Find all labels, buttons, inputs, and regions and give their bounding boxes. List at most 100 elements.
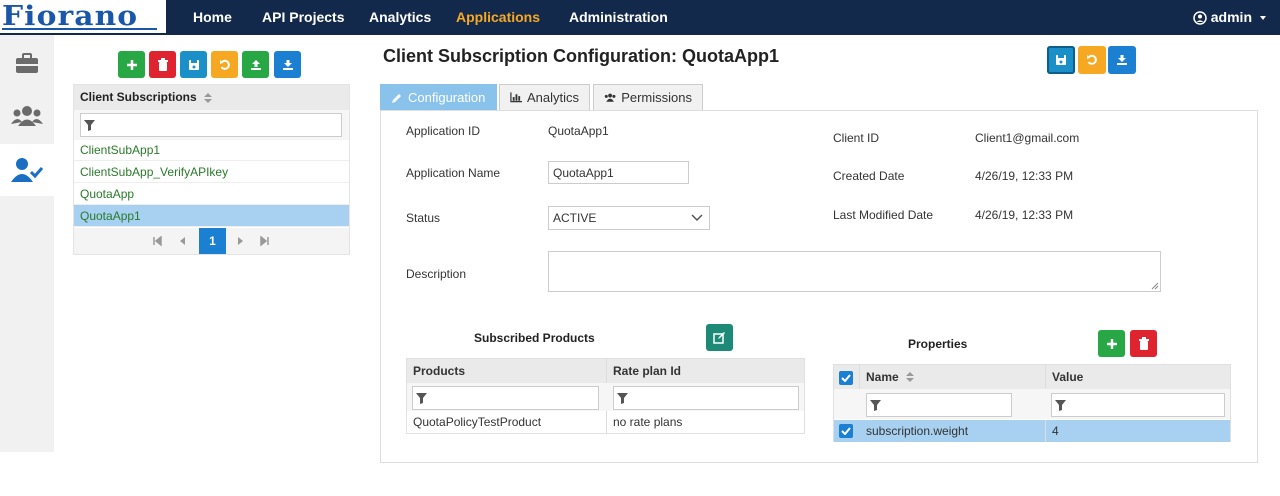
plus-icon — [1106, 338, 1117, 349]
app-name-input[interactable]: QuotaApp1 — [548, 161, 689, 184]
table-cell[interactable]: 4 — [1046, 420, 1230, 442]
tab-label: Analytics — [526, 89, 579, 105]
page-title: Client Subscription Configuration: Quota… — [383, 46, 779, 66]
name-filter-input[interactable] — [866, 393, 1012, 417]
tab-label: Permissions — [621, 89, 692, 105]
pencil-icon — [392, 93, 401, 103]
properties-title: Properties — [908, 337, 968, 351]
user-circle-icon — [1193, 10, 1207, 25]
column-header-value[interactable]: Value — [1046, 365, 1230, 389]
nav-api-projects[interactable]: API Projects — [262, 0, 344, 35]
side-nav — [0, 35, 54, 452]
grid-filter-input[interactable] — [80, 113, 342, 137]
logo-underline — [2, 28, 157, 30]
tab-configuration[interactable]: Configuration — [380, 84, 497, 110]
add-property-button[interactable] — [1098, 330, 1125, 357]
side-item-client-subscriptions[interactable] — [0, 144, 54, 196]
nav-analytics[interactable]: Analytics — [369, 0, 431, 35]
user-menu[interactable]: admin — [1193, 0, 1270, 35]
top-navbar: Fiorano Home API Projects Analytics Appl… — [0, 0, 1280, 35]
plus-icon — [126, 59, 137, 70]
app-name-label: Application Name — [406, 166, 501, 180]
side-item-users[interactable] — [0, 90, 54, 142]
edit-icon — [713, 332, 725, 344]
main-save-button[interactable] — [1047, 46, 1075, 74]
products-filter-input[interactable] — [412, 386, 599, 410]
page-number[interactable]: 1 — [199, 228, 226, 254]
select-all-cell — [834, 365, 860, 389]
column-header-products[interactable]: Products — [407, 359, 607, 383]
delete-button[interactable] — [149, 51, 176, 78]
trash-icon — [157, 58, 168, 71]
grid-header[interactable]: Client Subscriptions — [74, 85, 349, 110]
grid-header-label: Client Subscriptions — [80, 90, 197, 104]
edit-products-button[interactable] — [706, 324, 733, 351]
description-label: Description — [406, 267, 467, 281]
sort-icon — [905, 372, 914, 382]
filter-icon — [84, 119, 95, 131]
tab-analytics[interactable]: Analytics — [499, 84, 590, 110]
add-button[interactable] — [118, 51, 145, 78]
chevron-down-icon — [691, 214, 703, 222]
first-page-icon[interactable] — [152, 236, 162, 246]
bar-chart-icon — [510, 92, 522, 103]
logo[interactable]: Fiorano — [0, 0, 166, 35]
app-id-label: Application ID — [406, 124, 481, 138]
nav-applications[interactable]: Applications — [456, 0, 540, 35]
client-id-value: Client1@gmail.com — [975, 131, 1080, 145]
download-icon — [282, 59, 293, 70]
status-value: ACTIVE — [553, 211, 597, 225]
description-textarea[interactable] — [548, 251, 1161, 292]
download-button[interactable] — [274, 51, 301, 78]
undo-button[interactable] — [211, 51, 238, 78]
pagination: 1 — [74, 228, 349, 254]
user-check-icon — [11, 158, 43, 182]
save-icon — [188, 59, 199, 70]
undo-icon — [219, 59, 230, 70]
properties-grid: Name Value subscription.weight 4 — [833, 364, 1231, 442]
value-filter-input[interactable] — [1051, 393, 1225, 417]
list-item[interactable]: QuotaApp — [74, 183, 349, 205]
list-item[interactable]: ClientSubApp1 — [74, 139, 349, 161]
briefcase-icon — [16, 53, 38, 73]
delete-property-button[interactable] — [1130, 330, 1157, 357]
list-item[interactable]: ClientSubApp_VerifyAPIkey — [74, 161, 349, 183]
nav-administration[interactable]: Administration — [569, 0, 668, 35]
side-item-projects[interactable] — [0, 38, 54, 90]
caret-down-icon — [1260, 15, 1266, 20]
next-page-icon[interactable] — [235, 236, 245, 246]
client-id-label: Client ID — [833, 131, 880, 145]
nav-home[interactable]: Home — [193, 0, 232, 35]
filter-icon — [617, 392, 628, 404]
table-cell[interactable]: no rate plans — [607, 411, 804, 433]
undo-icon — [1087, 54, 1097, 65]
client-subscriptions-grid: Client Subscriptions ClientSubApp1 Clien… — [73, 84, 350, 255]
table-cell[interactable]: subscription.weight — [860, 420, 1046, 442]
created-date-label: Created Date — [833, 169, 905, 183]
last-page-icon[interactable] — [260, 236, 270, 246]
trash-icon — [1138, 337, 1149, 350]
table-row[interactable]: subscription.weight 4 — [834, 420, 1230, 442]
main-download-button[interactable] — [1108, 46, 1136, 74]
prev-page-icon[interactable] — [178, 236, 188, 246]
upload-button[interactable] — [242, 51, 269, 78]
column-header-label: Name — [866, 370, 899, 384]
list-item-selected[interactable]: QuotaApp1 — [74, 205, 349, 227]
resize-handle-icon[interactable] — [1151, 282, 1159, 290]
tab-permissions[interactable]: Permissions — [593, 84, 703, 110]
status-select[interactable]: ACTIVE — [548, 206, 710, 230]
modified-date-value: 4/26/19, 12:33 PM — [975, 208, 1074, 222]
users-icon — [11, 106, 43, 126]
filter-row — [74, 110, 349, 140]
table-cell[interactable]: QuotaPolicyTestProduct — [407, 411, 607, 433]
row-checkbox[interactable] — [839, 424, 853, 438]
products-grid: Products Rate plan Id QuotaPolicyTestPro… — [406, 358, 805, 434]
check-icon — [841, 427, 851, 435]
main-undo-button[interactable] — [1078, 46, 1106, 74]
column-header-name[interactable]: Name — [860, 365, 1046, 389]
rate-plan-filter-input[interactable] — [613, 386, 799, 410]
upload-icon — [250, 59, 261, 70]
column-header-rate-plan[interactable]: Rate plan Id — [607, 359, 804, 383]
save-button[interactable] — [180, 51, 207, 78]
select-all-checkbox[interactable] — [839, 371, 853, 385]
